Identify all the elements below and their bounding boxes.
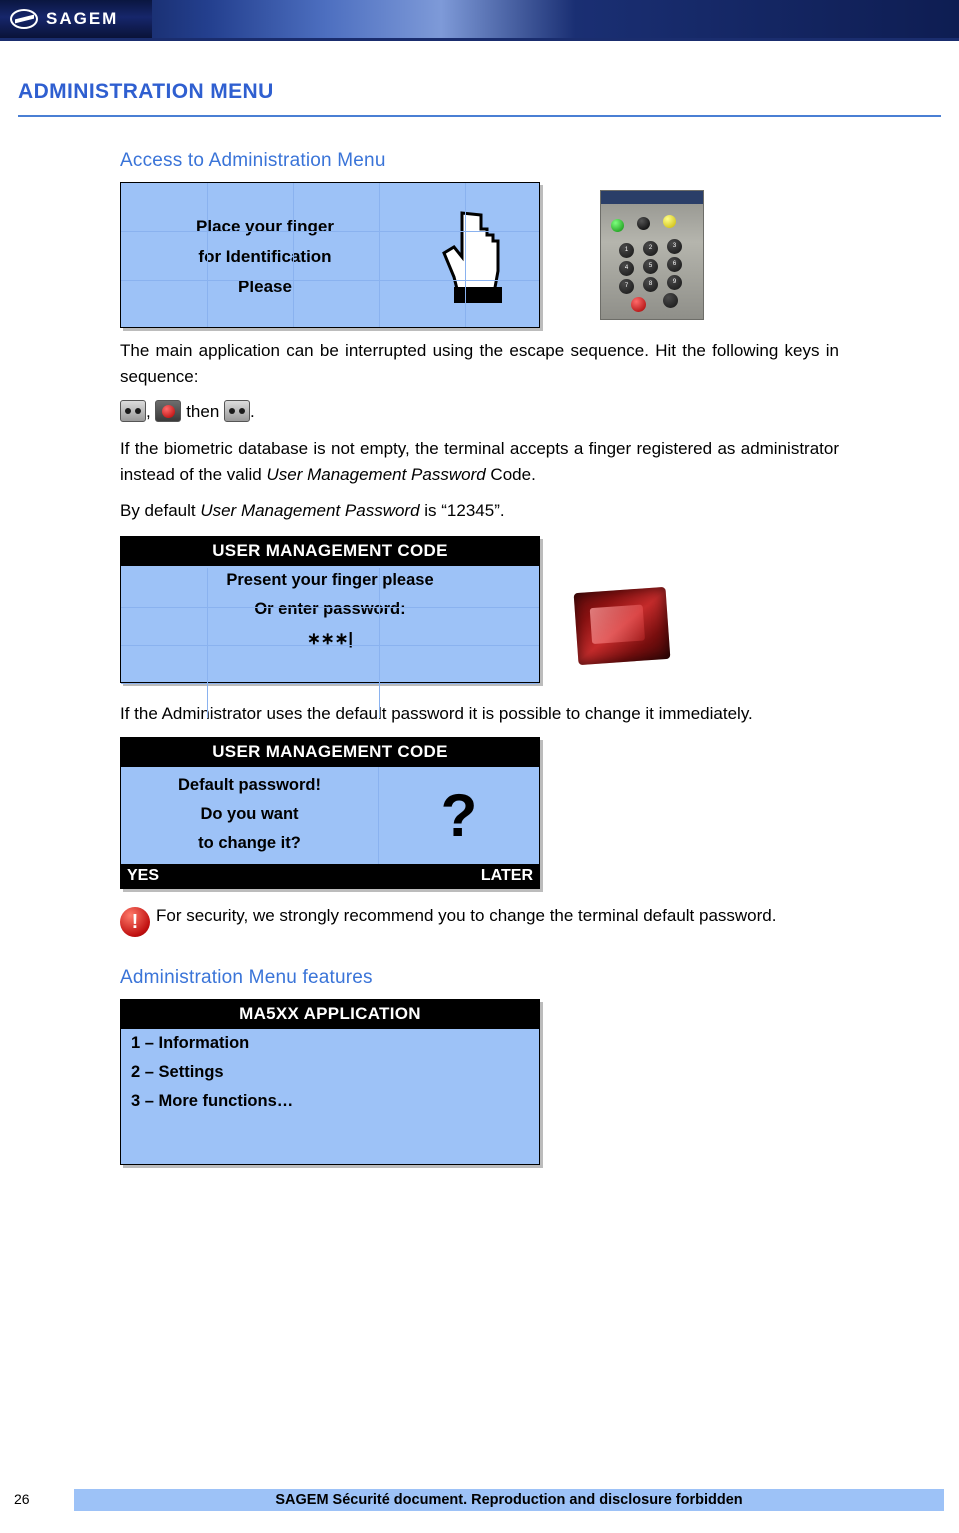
lcd-line-password-masked: ∗∗∗| (121, 624, 539, 654)
key-sequence-period: . (250, 402, 255, 421)
lcd-title-bar-3: MA5XX APPLICATION (121, 1000, 539, 1029)
lcd-screen-user-management-code: USER MANAGEMENT CODE Present your finger… (120, 536, 540, 718)
figure-place-finger: Place your finger for Identification Ple… (120, 182, 959, 328)
lcd-title-bar: USER MANAGEMENT CODE (121, 537, 539, 566)
paragraph-default-emphasis: User Management Password (200, 501, 420, 520)
key-sequence-comma: , (146, 402, 151, 421)
led-black-icon (637, 217, 650, 230)
paragraph-default-b: is “12345”. (419, 501, 505, 520)
lcd-line-default-password: Default password! (177, 776, 322, 794)
lcd-line-do-you-want: Do you want (200, 805, 299, 823)
lcd-line-to-change-it: to change it? (198, 834, 301, 852)
lcd-screen-ma5xx-application: MA5XX APPLICATION 1 – Information 2 – Se… (120, 999, 540, 1165)
lcd-empty-row-2 (121, 1116, 539, 1144)
paragraph-default-a: By default (120, 501, 201, 520)
page-footer: 26 SAGEM Sécurité document. Reproduction… (0, 1489, 959, 1511)
footer-page-number: 26 (14, 1491, 30, 1507)
hand-pointer-icon-svg (442, 211, 502, 303)
softkey-yes[interactable]: YES (127, 867, 159, 885)
lcd-screen-place-finger: Place your finger for Identification Ple… (120, 182, 540, 328)
text-cursor: | (348, 630, 354, 648)
paragraph-security-warning: ! For security, we strongly recommend you… (120, 903, 839, 937)
lcd-line-2: for Identification (198, 247, 332, 266)
page-title: ADMINISTRATION MENU (18, 80, 274, 103)
paragraph-security-warning-text: For security, we strongly recommend you … (156, 906, 777, 925)
question-mark-glyph: ? (440, 781, 478, 849)
lcd-text-block: Place your finger for Identification Ple… (121, 183, 409, 327)
lcd-line-present-finger: Present your finger please (226, 571, 434, 589)
figure-user-management-code: USER MANAGEMENT CODE Present your finger… (120, 536, 959, 718)
menu-item-information[interactable]: 1 – Information (121, 1029, 539, 1058)
lcd-password-stars: ∗∗∗ (306, 630, 349, 648)
footer-notice: SAGEM Sécurité document. Reproduction an… (74, 1489, 944, 1511)
paragraph-biometric-b: Code. (485, 465, 536, 484)
paragraph-escape-sequence-text: The main application can be interrupted … (120, 341, 839, 386)
paragraph-biometric-emphasis: User Management Password (266, 465, 486, 484)
document-content: Access to Administration Menu Place your… (0, 150, 959, 1165)
escape-key-icon-2 (224, 400, 251, 422)
red-key-icon (155, 400, 182, 422)
paragraph-change-immediately: If the Administrator uses the default pa… (120, 704, 753, 723)
lcd-title-bar-2: USER MANAGEMENT CODE (121, 738, 539, 767)
page-title-underline (18, 115, 941, 117)
lcd-empty-row-3 (121, 1144, 539, 1164)
sensor-surface (573, 586, 671, 666)
figure-ma5xx-application: MA5XX APPLICATION 1 – Information 2 – Se… (120, 999, 959, 1165)
figure-default-password-prompt: USER MANAGEMENT CODE Default password! D… (120, 737, 959, 889)
section-heading-access: Access to Administration Menu (120, 150, 386, 171)
brand-name: SAGEM (46, 9, 119, 28)
header-divider (0, 38, 959, 41)
red-fingerprint-sensor-photo (568, 584, 676, 670)
page-header-band: SAGEM (0, 0, 959, 38)
sagem-oval-logo-icon (10, 9, 38, 29)
lcd-empty-row (121, 654, 539, 682)
key-sequence-line: , then . (120, 398, 839, 426)
softkey-later[interactable]: LATER (481, 867, 533, 885)
escape-key-icon (120, 400, 146, 422)
paragraph-biometric-database: If the biometric database is not empty, … (120, 436, 839, 488)
led-yellow-icon (663, 215, 676, 228)
paragraph-default-password: By default User Management Password is “… (120, 498, 839, 524)
hand-pointer-icon (409, 183, 539, 327)
lcd-line-3: Please (238, 277, 292, 296)
terminal-keypad-photo: 1 2 3 4 5 6 7 8 9 (600, 190, 704, 320)
lcd-line-1: Place your finger (196, 217, 334, 236)
key-sequence-then: then (186, 402, 220, 421)
warning-exclamation-icon: ! (120, 907, 150, 937)
led-green-icon (611, 219, 624, 232)
menu-item-settings[interactable]: 2 – Settings (121, 1058, 539, 1087)
lcd-line-or-enter-password: Or enter password: (254, 600, 406, 618)
lcd-screen-default-password: USER MANAGEMENT CODE Default password! D… (120, 737, 540, 889)
section-heading-features: Administration Menu features (120, 967, 373, 988)
lcd-softkey-bar: YES LATER (121, 864, 539, 888)
menu-item-more-functions[interactable]: 3 – More functions… (121, 1087, 539, 1116)
brand-logo-box: SAGEM (0, 0, 152, 38)
paragraph-escape-sequence: The main application can be interrupted … (120, 338, 839, 390)
